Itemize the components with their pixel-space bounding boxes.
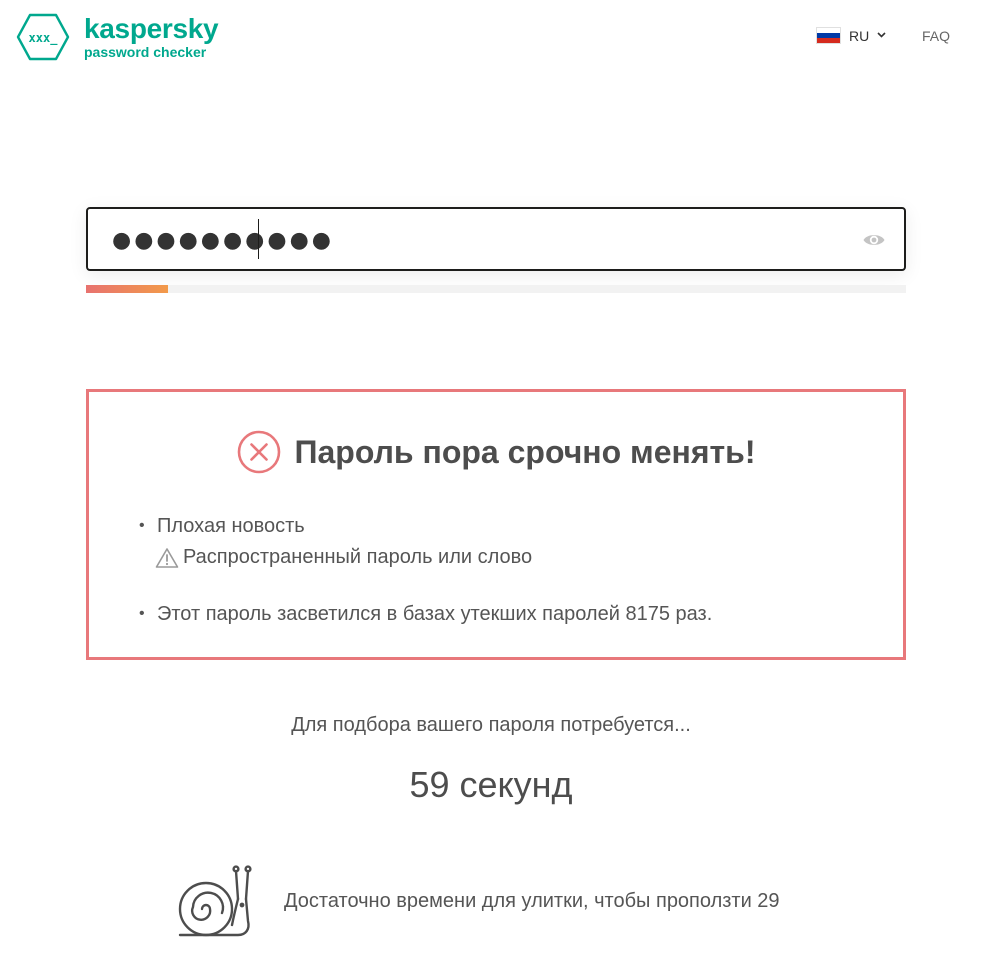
language-code: RU	[849, 27, 870, 44]
finding-label: Этот пароль засветился в базах утекших п…	[157, 603, 713, 625]
text-caret	[258, 219, 259, 259]
brand-name: kaspersky	[84, 13, 219, 44]
logo-hexagon-icon: xxx_	[16, 13, 70, 61]
strength-meter	[86, 285, 906, 293]
crack-time-label: Для подбора вашего пароля потребуется...	[291, 714, 691, 736]
strength-meter-fill	[86, 285, 168, 293]
logo[interactable]: xxx_ kaspersky password checker	[16, 13, 219, 61]
eye-icon[interactable]	[862, 229, 886, 251]
warning-triangle-icon	[155, 546, 179, 568]
product-name: password checker	[84, 44, 207, 60]
verdict-header: Пароль пора срочно менять!	[89, 430, 903, 474]
finding-item: Плохая новость	[137, 512, 712, 540]
snail-icon	[174, 863, 258, 939]
verdict-title: Пароль пора срочно менять!	[294, 433, 756, 470]
verdict-panel: Пароль пора срочно менять! Плохая новост…	[86, 389, 906, 660]
finding-item: Этот пароль засветился в базах утекших п…	[137, 600, 712, 628]
comparison-row: Достаточно времени для улитки, чтобы про…	[174, 863, 780, 939]
comparison-text: Достаточно времени для улитки, чтобы про…	[284, 889, 780, 912]
logo-mark: xxx_	[29, 31, 59, 46]
error-circle-x-icon	[237, 430, 281, 474]
finding-detail: Распространенный пароль или слово	[137, 540, 712, 574]
finding-label: Плохая новость	[157, 515, 305, 537]
faq-link[interactable]: FAQ	[922, 28, 950, 44]
language-selector[interactable]: RU	[816, 27, 886, 44]
logo-text: kaspersky password checker	[84, 13, 219, 60]
chevron-down-icon	[877, 30, 886, 41]
findings-list: Плохая новость Распространенный пароль и…	[137, 512, 712, 628]
password-field[interactable]	[86, 207, 906, 271]
russia-flag-icon	[816, 27, 841, 44]
crack-time-value: 59 секунд	[409, 764, 573, 805]
finding-detail-text: Распространенный пароль или слово	[183, 546, 533, 568]
password-input[interactable]	[110, 219, 854, 261]
